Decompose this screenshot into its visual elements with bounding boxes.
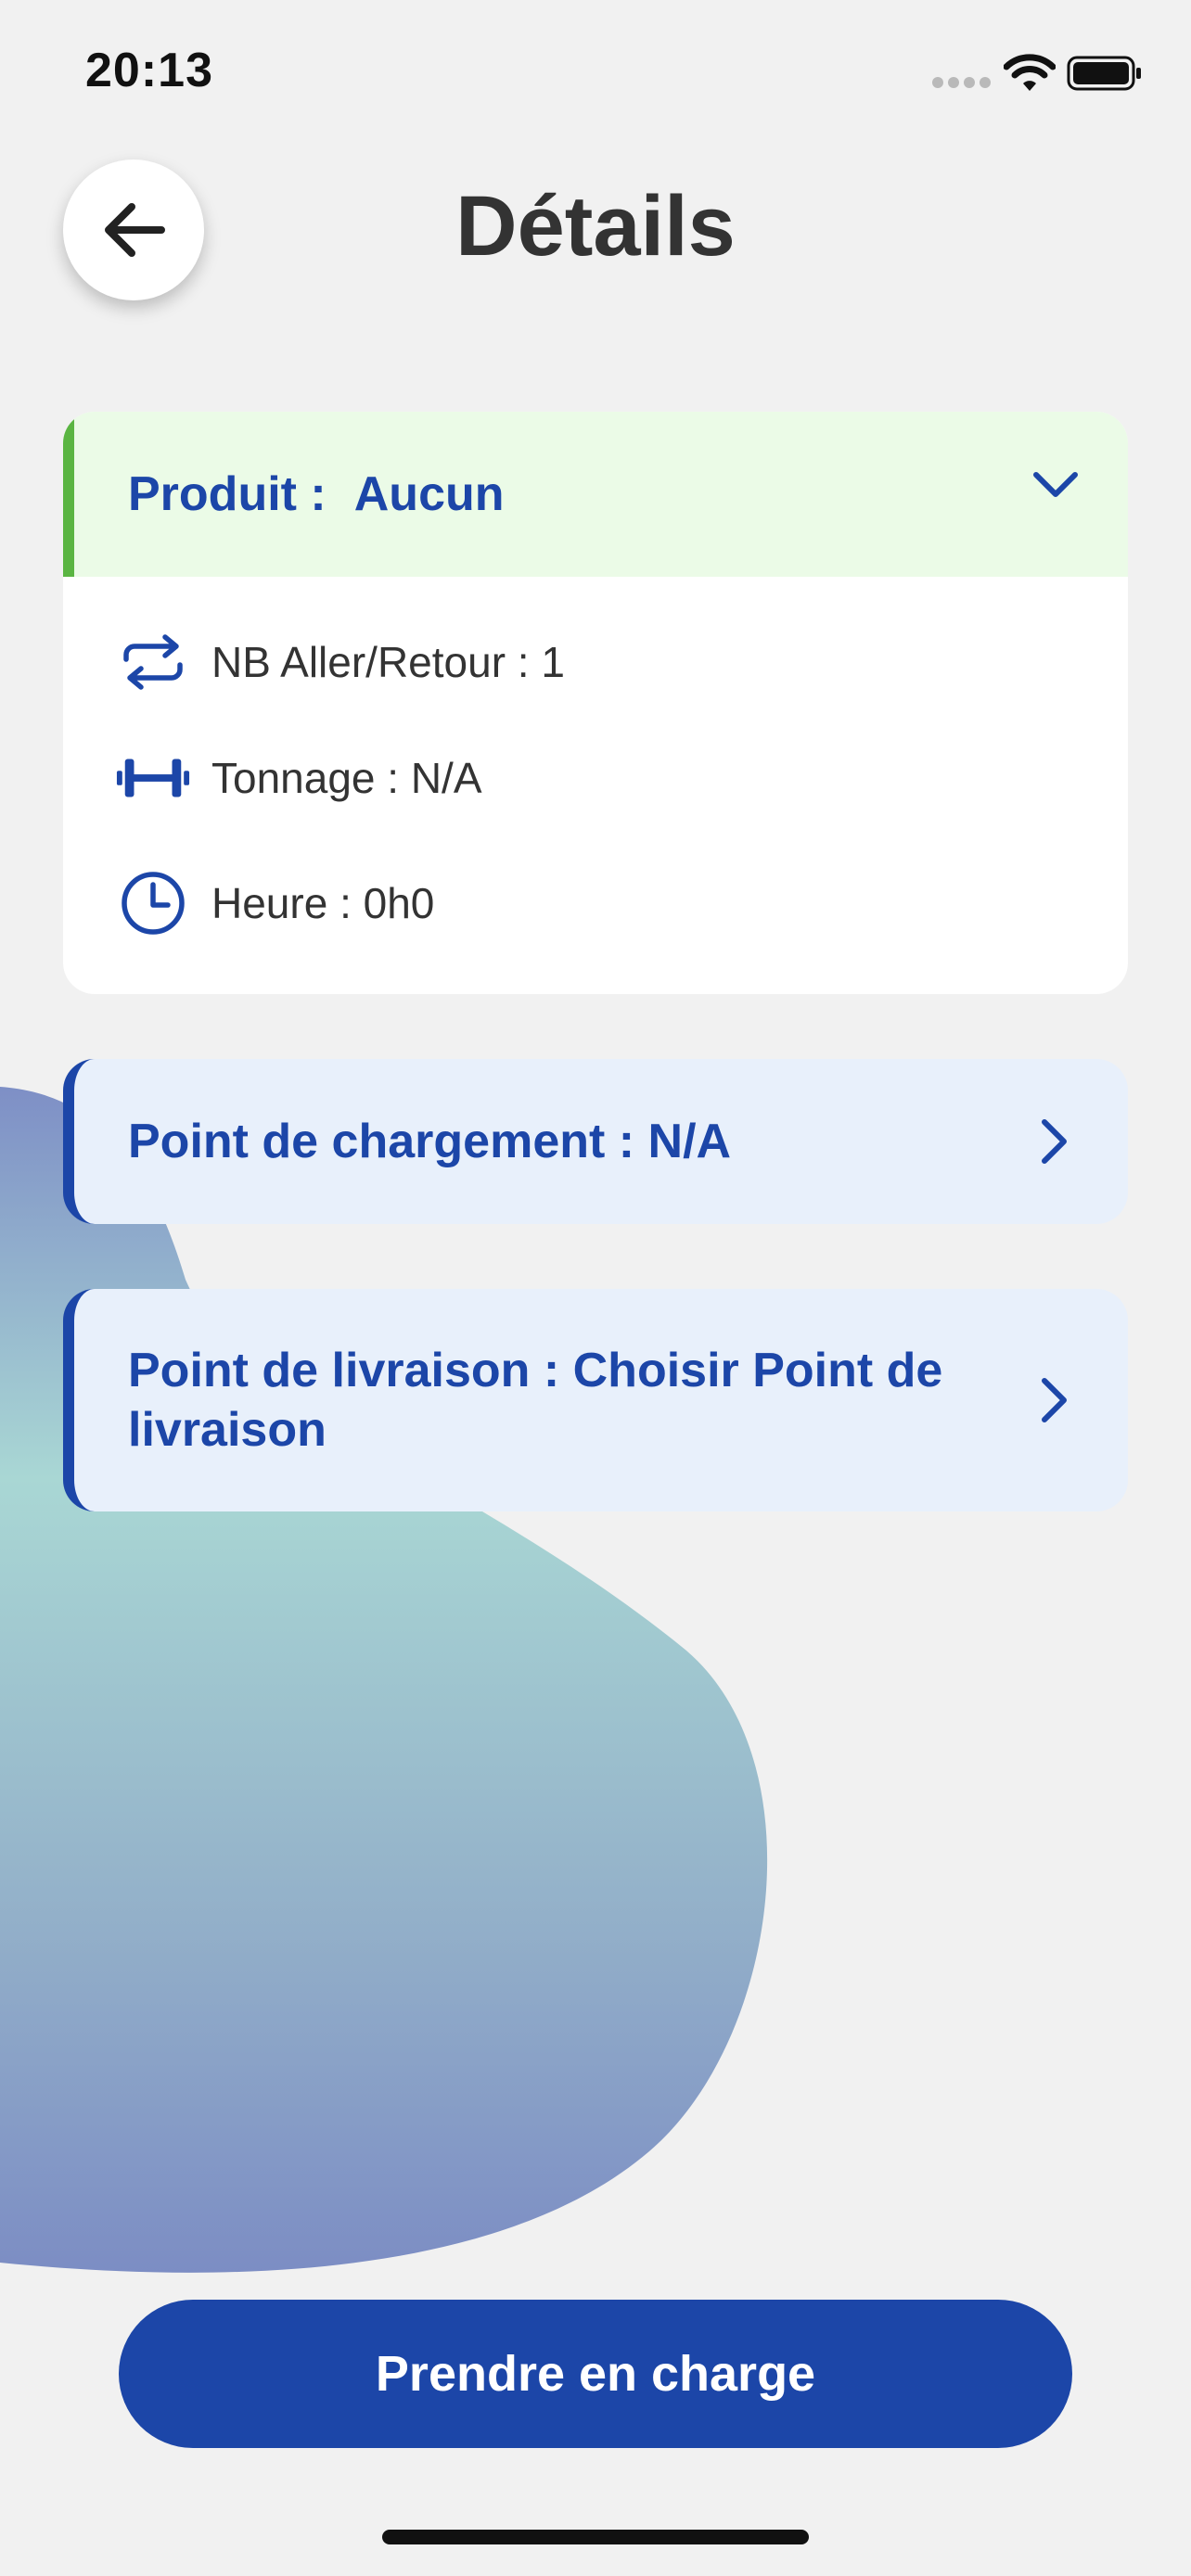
round-trips-text: NB Aller/Retour : 1: [211, 638, 565, 686]
tonnage-text: Tonnage : N/A: [211, 754, 482, 802]
wifi-icon: [1004, 54, 1056, 91]
status-time: 20:13: [85, 44, 213, 97]
dumbbell-icon: [116, 759, 190, 797]
delivery-point-label: Point de livraison : Choisir Point de li…: [128, 1344, 943, 1457]
delivery-point-card[interactable]: Point de livraison : Choisir Point de li…: [63, 1289, 1128, 1511]
status-bar: 20:13: [0, 0, 1191, 139]
take-charge-button[interactable]: Prendre en charge: [119, 2300, 1072, 2448]
swap-arrows-icon: [123, 634, 183, 690]
time-text: Heure : 0h0: [211, 879, 435, 927]
background-blob: [0, 1087, 768, 2273]
loading-point-label: Point de chargement : N/A: [128, 1115, 732, 1168]
time-row: Heure : 0h0: [115, 870, 434, 937]
chevron-down-icon[interactable]: [1031, 469, 1080, 501]
page-title: Détails: [455, 179, 736, 274]
loading-point-card[interactable]: Point de chargement : N/A: [63, 1059, 1128, 1224]
battery-icon: [1067, 56, 1141, 91]
cellular-icon: [932, 77, 991, 88]
round-trips-row: NB Aller/Retour : 1: [115, 634, 565, 690]
home-indicator[interactable]: [382, 2530, 809, 2544]
chevron-right-icon: [1042, 1119, 1067, 1164]
chevron-right-icon: [1042, 1378, 1067, 1422]
clock-icon: [122, 872, 185, 935]
product-card-header[interactable]: Produit : Aucun: [63, 412, 1128, 577]
product-label: Produit :: [128, 467, 327, 521]
product-value: Aucun: [353, 467, 505, 521]
tonnage-row: Tonnage : N/A: [115, 753, 482, 803]
product-card: Produit : Aucun NB Aller/Retour : 1 Tonn…: [63, 412, 1128, 994]
